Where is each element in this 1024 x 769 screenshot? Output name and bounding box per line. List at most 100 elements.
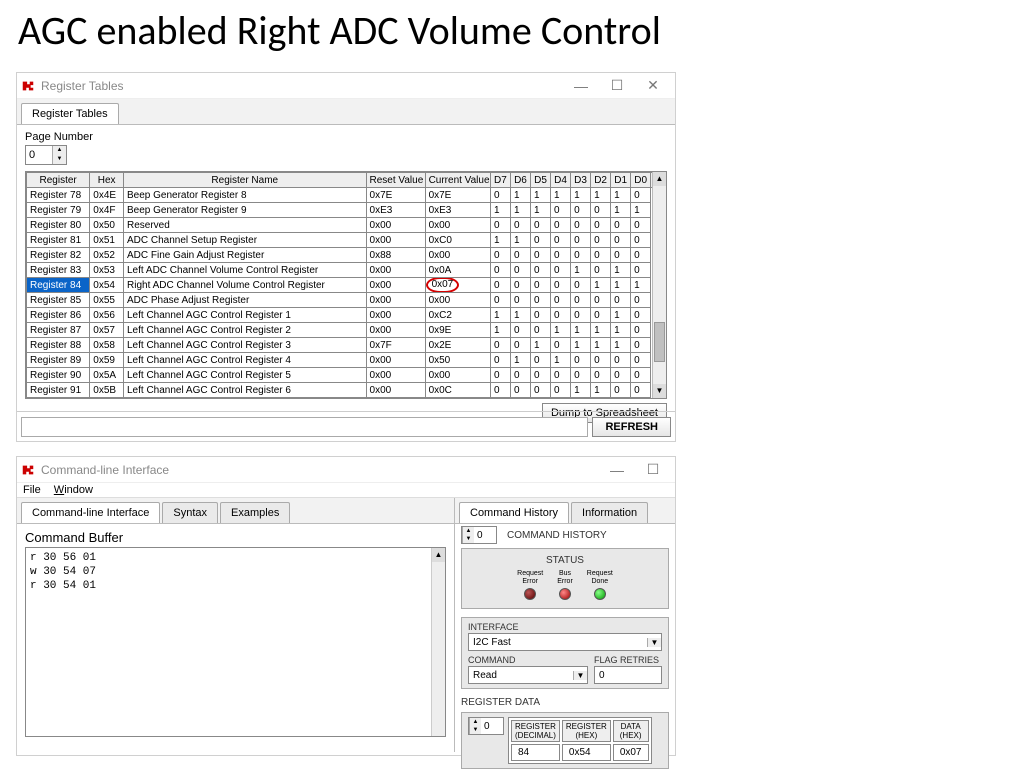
table-cell[interactable]: 0 (571, 278, 591, 293)
column-header[interactable]: Reset Value (366, 173, 425, 188)
table-cell[interactable]: 0 (510, 263, 530, 278)
table-cell[interactable]: 0x2E (425, 338, 490, 353)
table-cell[interactable]: 0x9E (425, 323, 490, 338)
scroll-up-icon[interactable]: ▲ (432, 548, 445, 562)
table-cell[interactable]: 0 (571, 353, 591, 368)
table-cell[interactable]: 1 (510, 233, 530, 248)
table-cell[interactable]: 1 (510, 188, 530, 203)
table-cell[interactable]: Register 79 (27, 203, 90, 218)
table-cell[interactable]: 0x00 (366, 263, 425, 278)
table-cell[interactable]: 0 (591, 233, 611, 248)
chevron-down-icon[interactable]: ▼ (573, 671, 587, 680)
table-cell[interactable]: 0 (631, 308, 651, 323)
table-cell[interactable]: 0 (531, 248, 551, 263)
spin-up-icon[interactable]: ▲ (470, 718, 481, 726)
scroll-thumb[interactable] (654, 322, 665, 362)
page-number-spinner[interactable]: ▲▼ (25, 145, 67, 165)
table-cell[interactable]: 0x51 (90, 233, 124, 248)
table-cell[interactable]: 1 (611, 278, 631, 293)
table-cell[interactable]: 1 (571, 188, 591, 203)
table-cell[interactable]: 0 (631, 233, 651, 248)
table-cell[interactable]: 0 (551, 293, 571, 308)
table-cell[interactable]: 0x50 (425, 353, 490, 368)
table-cell[interactable]: 0x00 (366, 233, 425, 248)
table-cell[interactable]: 0x4F (90, 203, 124, 218)
table-cell[interactable]: 0 (551, 338, 571, 353)
table-cell[interactable]: 1 (571, 338, 591, 353)
table-cell[interactable]: 0 (551, 383, 571, 398)
table-cell[interactable]: 0 (510, 278, 530, 293)
table-cell[interactable]: 1 (611, 188, 631, 203)
table-cell[interactable]: 0x52 (90, 248, 124, 263)
table-cell[interactable]: 0 (611, 293, 631, 308)
column-header[interactable]: Register (27, 173, 90, 188)
column-header[interactable]: D7 (490, 173, 510, 188)
table-cell[interactable]: 0 (490, 293, 510, 308)
table-cell[interactable]: 0 (490, 188, 510, 203)
table-cell[interactable]: 0 (631, 323, 651, 338)
table-cell[interactable]: 0 (571, 248, 591, 263)
spin-down-icon[interactable]: ▼ (470, 726, 481, 734)
chevron-down-icon[interactable]: ▼ (647, 638, 661, 647)
table-cell[interactable]: Beep Generator Register 9 (124, 203, 367, 218)
table-cell[interactable]: 1 (510, 308, 530, 323)
table-cell[interactable]: 0x00 (425, 368, 490, 383)
table-cell[interactable]: 0x07 (425, 278, 490, 293)
table-cell[interactable]: 1 (490, 233, 510, 248)
table-cell[interactable]: 0 (490, 353, 510, 368)
table-cell[interactable]: 1 (571, 323, 591, 338)
table-row[interactable]: Register 780x4EBeep Generator Register 8… (27, 188, 666, 203)
table-cell[interactable]: 0 (571, 293, 591, 308)
table-cell[interactable]: 0 (551, 248, 571, 263)
column-header[interactable]: D0 (631, 173, 651, 188)
menu-window[interactable]: Window (54, 484, 93, 496)
history-index-input[interactable] (474, 527, 496, 543)
table-cell[interactable]: 0x54 (562, 744, 611, 761)
table-cell[interactable]: 1 (510, 353, 530, 368)
table-cell[interactable]: 1 (631, 278, 651, 293)
table-cell[interactable]: 0 (611, 218, 631, 233)
table-cell[interactable]: 0 (571, 203, 591, 218)
table-cell[interactable]: 0 (531, 383, 551, 398)
table-cell[interactable]: 1 (591, 383, 611, 398)
table-cell[interactable]: 1 (571, 263, 591, 278)
table-cell[interactable]: 1 (490, 203, 510, 218)
table-cell[interactable]: 0 (591, 218, 611, 233)
table-cell[interactable]: Reserved (124, 218, 367, 233)
table-cell[interactable]: 0 (551, 308, 571, 323)
table-cell[interactable]: Register 82 (27, 248, 90, 263)
tab-register-tables[interactable]: Register Tables (21, 103, 119, 124)
table-cell[interactable]: Register 86 (27, 308, 90, 323)
table-cell[interactable]: 0 (531, 293, 551, 308)
menu-file[interactable]: File (23, 484, 41, 496)
table-cell[interactable]: 0 (571, 233, 591, 248)
table-cell[interactable]: Left Channel AGC Control Register 2 (124, 323, 367, 338)
table-cell[interactable]: Register 89 (27, 353, 90, 368)
table-cell[interactable]: 0 (631, 218, 651, 233)
column-header[interactable]: D4 (551, 173, 571, 188)
table-cell[interactable]: 1 (551, 323, 571, 338)
table-cell[interactable]: 0x00 (366, 353, 425, 368)
table-cell[interactable]: 0 (531, 368, 551, 383)
table-cell[interactable]: 1 (510, 203, 530, 218)
table-cell[interactable]: 1 (531, 188, 551, 203)
command-input[interactable] (21, 417, 588, 437)
table-cell[interactable]: 1 (571, 383, 591, 398)
table-cell[interactable]: 0 (571, 218, 591, 233)
table-cell[interactable]: 1 (531, 338, 551, 353)
table-cell[interactable]: 0 (531, 233, 551, 248)
table-cell[interactable]: 0 (531, 323, 551, 338)
table-cell[interactable]: 0 (531, 263, 551, 278)
table-cell[interactable]: 0x5A (90, 368, 124, 383)
table-cell[interactable]: Register 91 (27, 383, 90, 398)
tab-cli[interactable]: Command-line Interface (21, 502, 160, 523)
table-cell[interactable]: 0 (591, 308, 611, 323)
table-cell[interactable]: 0x55 (90, 293, 124, 308)
command-buffer[interactable]: r 30 56 01 w 30 54 07 r 30 54 01 ▲ (25, 547, 446, 737)
table-cell[interactable]: Left Channel AGC Control Register 1 (124, 308, 367, 323)
table-cell[interactable]: 0x00 (366, 308, 425, 323)
table-cell[interactable]: 0x00 (366, 368, 425, 383)
table-cell[interactable]: 0 (631, 338, 651, 353)
spin-down-icon[interactable]: ▼ (463, 535, 474, 543)
table-row[interactable]: Register 880x58Left Channel AGC Control … (27, 338, 666, 353)
